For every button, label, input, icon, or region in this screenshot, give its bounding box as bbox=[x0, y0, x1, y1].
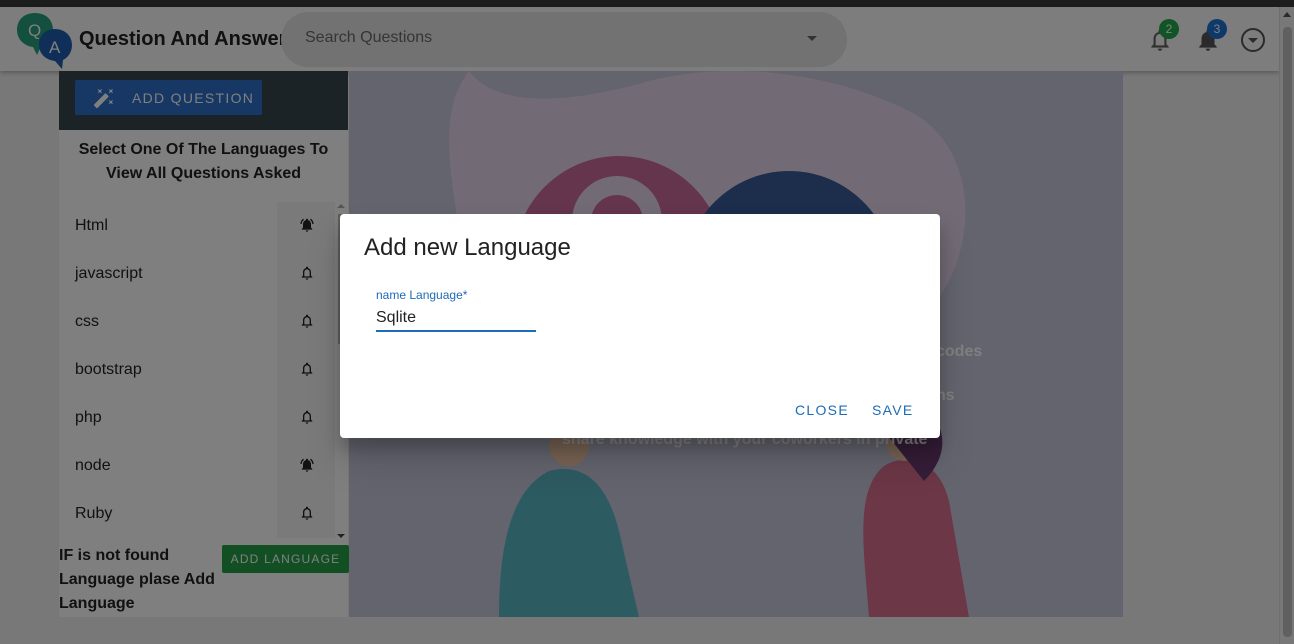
name-language-field[interactable] bbox=[376, 305, 536, 332]
close-button[interactable]: CLOSE bbox=[795, 402, 849, 418]
dialog-title: Add new Language bbox=[364, 234, 571, 261]
add-language-dialog: Add new Language name Language* CLOSE SA… bbox=[340, 214, 940, 438]
save-button[interactable]: SAVE bbox=[872, 402, 914, 418]
name-language-label: name Language* bbox=[376, 288, 468, 302]
